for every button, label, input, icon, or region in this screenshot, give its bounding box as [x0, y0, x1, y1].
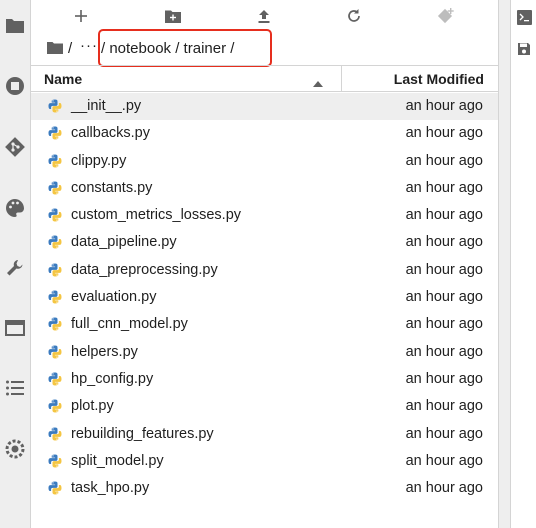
file-browser-panel: / ··· / notebook / trainer / Name Last M… — [31, 0, 498, 528]
file-name: task_hpo.py — [71, 480, 150, 497]
last-modified-column-header[interactable]: Last Modified — [342, 66, 498, 91]
python-file-icon — [48, 154, 62, 168]
breadcrumb: / ··· / notebook / trainer / — [31, 36, 498, 62]
list-item[interactable]: split_model.py an hour ago — [31, 448, 498, 475]
file-modified: an hour ago — [405, 179, 483, 196]
file-name: hp_config.py — [71, 370, 154, 387]
file-modified: an hour ago — [405, 370, 483, 387]
activity-bar — [0, 0, 31, 528]
terminal-icon[interactable] — [516, 9, 532, 25]
refresh-icon[interactable] — [344, 6, 364, 26]
file-modified: an hour ago — [405, 452, 483, 469]
wrench-icon[interactable] — [0, 254, 30, 282]
file-browser-toolbar — [31, 0, 498, 32]
git-icon[interactable] — [0, 133, 30, 161]
python-file-icon — [48, 345, 62, 359]
file-name: clippy.py — [71, 152, 127, 169]
list-item[interactable]: rebuilding_features.py an hour ago — [31, 421, 498, 448]
folder-icon[interactable] — [0, 11, 30, 39]
python-file-icon — [48, 263, 62, 277]
list-item[interactable]: evaluation.py an hour ago — [31, 284, 498, 311]
file-modified: an hour ago — [405, 398, 483, 415]
python-file-icon — [48, 454, 62, 468]
file-name: __init__.py — [71, 98, 142, 114]
file-name: data_pipeline.py — [71, 234, 177, 251]
list-item[interactable]: constants.py an hour ago — [31, 175, 498, 202]
python-file-icon — [48, 126, 62, 140]
new-launcher-icon[interactable] — [71, 6, 91, 26]
file-list-header: Name Last Modified — [31, 65, 498, 92]
file-modified: an hour ago — [405, 152, 483, 169]
file-modified: an hour ago — [405, 343, 483, 360]
home-folder-icon[interactable] — [47, 41, 63, 58]
file-name: helpers.py — [71, 343, 138, 360]
list-item[interactable]: full_cnn_model.py an hour ago — [31, 311, 498, 338]
breadcrumb-separator: / — [68, 40, 73, 57]
list-item[interactable]: custom_metrics_losses.py an hour ago — [31, 202, 498, 229]
file-modified: an hour ago — [405, 234, 483, 251]
last-modified-column-label: Last Modified — [393, 71, 484, 87]
file-modified: an hour ago — [405, 207, 483, 224]
running-icon[interactable] — [0, 72, 30, 100]
list-item[interactable]: helpers.py an hour ago — [31, 339, 498, 366]
list-item[interactable]: data_preprocessing.py an hour ago — [31, 257, 498, 284]
file-name: data_preprocessing.py — [71, 261, 218, 278]
list-item[interactable]: data_pipeline.py an hour ago — [31, 229, 498, 256]
file-modified: an hour ago — [405, 480, 483, 497]
extension-icon[interactable] — [0, 435, 30, 463]
list-item[interactable]: hp_config.py an hour ago — [31, 366, 498, 393]
sort-ascending-icon — [313, 74, 323, 90]
breadcrumb-path[interactable]: / notebook / trainer / — [101, 40, 234, 57]
name-column-header[interactable]: Name — [31, 66, 342, 91]
file-name: callbacks.py — [71, 125, 150, 142]
toc-icon[interactable] — [0, 374, 30, 402]
file-modified: an hour ago — [405, 98, 483, 114]
file-name: evaluation.py — [71, 289, 157, 306]
python-file-icon — [48, 317, 62, 331]
file-modified: an hour ago — [405, 425, 483, 442]
python-file-icon — [48, 372, 62, 386]
file-modified: an hour ago — [405, 289, 483, 306]
upload-icon[interactable] — [254, 6, 274, 26]
file-name: split_model.py — [71, 452, 164, 469]
file-name: constants.py — [71, 179, 153, 196]
python-file-icon — [48, 427, 62, 441]
file-name: rebuilding_features.py — [71, 425, 214, 442]
breadcrumb-ellipsis[interactable]: ··· — [80, 37, 98, 54]
save-icon[interactable] — [516, 41, 532, 57]
file-name: custom_metrics_losses.py — [71, 207, 242, 224]
tabs-icon[interactable] — [0, 314, 30, 342]
file-name: full_cnn_model.py — [71, 316, 188, 333]
list-item[interactable]: __init__.py an hour ago — [31, 93, 498, 121]
python-file-icon — [48, 290, 62, 304]
python-file-icon — [48, 181, 62, 195]
python-file-icon — [48, 208, 62, 222]
palette-icon[interactable] — [0, 194, 30, 222]
file-modified: an hour ago — [405, 316, 483, 333]
python-file-icon — [48, 99, 62, 113]
file-list: __init__.py an hour ago callbacks.py an hou… — [31, 93, 498, 502]
file-modified: an hour ago — [405, 261, 483, 278]
list-item[interactable]: callbacks.py an hour ago — [31, 120, 498, 147]
name-column-label: Name — [44, 71, 83, 87]
python-file-icon — [48, 481, 62, 495]
list-item[interactable]: task_hpo.py an hour ago — [31, 475, 498, 502]
git-clone-icon[interactable] — [436, 6, 456, 26]
file-name: plot.py — [71, 398, 114, 415]
right-sidebar — [510, 0, 536, 528]
python-file-icon — [48, 399, 62, 413]
list-item[interactable]: clippy.py an hour ago — [31, 148, 498, 175]
list-item[interactable]: plot.py an hour ago — [31, 393, 498, 420]
file-modified: an hour ago — [405, 125, 483, 142]
python-file-icon — [48, 235, 62, 249]
new-folder-icon[interactable] — [163, 6, 183, 26]
